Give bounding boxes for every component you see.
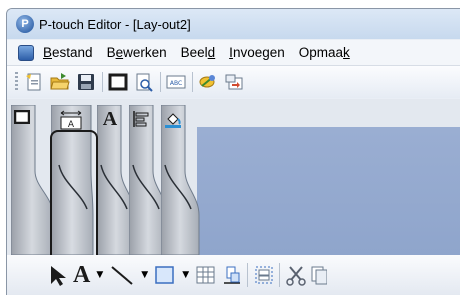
- toolbar-separator: [160, 72, 161, 92]
- app-window: P P-touch Editor - [Lay-out2] Bestand Be…: [6, 8, 460, 295]
- select-arrow-icon[interactable]: [47, 261, 69, 289]
- menu-item-invoegen[interactable]: Invoegen: [229, 45, 285, 60]
- line-tool-icon[interactable]: [109, 261, 135, 289]
- new-layout-icon[interactable]: [24, 72, 44, 92]
- menu-item-opmaak[interactable]: Opmaak: [299, 45, 350, 60]
- text-tool-icon[interactable]: A: [73, 261, 90, 289]
- p-touch-app-icon[interactable]: P: [16, 15, 34, 33]
- svg-text:ABC: ABC: [170, 80, 182, 87]
- transfer-icon[interactable]: [224, 72, 244, 92]
- title-bar: P P-touch Editor - [Lay-out2]: [7, 9, 460, 39]
- layout-canvas[interactable]: [197, 127, 460, 255]
- menu-bar: Bestand Bewerken Beeld Invoegen Opmaak: [7, 40, 460, 66]
- draw-toolbar: A ▼ ▼ ▼: [7, 255, 460, 295]
- rectangle-tool-icon[interactable]: [154, 261, 176, 289]
- toolbar-grip[interactable]: [15, 72, 18, 92]
- toolbar-separator: [279, 263, 281, 287]
- arrange-icon[interactable]: [221, 261, 243, 289]
- cut-icon[interactable]: [285, 261, 307, 289]
- window-title: P-touch Editor - [Lay-out2]: [39, 16, 191, 32]
- print-preview-icon[interactable]: [134, 72, 154, 92]
- frame-icon[interactable]: [108, 72, 128, 92]
- text-tool-dropdown-icon[interactable]: ▼: [96, 270, 103, 280]
- menu-item-bewerken[interactable]: Bewerken: [107, 45, 167, 60]
- toolbar-separator: [102, 72, 103, 92]
- line-tool-dropdown-icon[interactable]: ▼: [141, 270, 148, 280]
- toolbar-separator: [247, 263, 249, 287]
- menu-item-beeld[interactable]: Beeld: [181, 45, 216, 60]
- open-folder-icon[interactable]: [50, 72, 70, 92]
- standard-toolbar: ABC: [7, 66, 460, 98]
- fill-bucket-icon: [164, 110, 184, 128]
- database-icon[interactable]: [198, 72, 218, 92]
- font-icon: A: [102, 107, 118, 130]
- table-tool-icon[interactable]: [195, 261, 217, 289]
- group-icon[interactable]: [253, 261, 275, 289]
- save-icon[interactable]: [76, 72, 96, 92]
- menu-item-bestand[interactable]: Bestand: [43, 45, 93, 60]
- copy-icon[interactable]: [311, 261, 328, 289]
- document-menu-icon[interactable]: [18, 44, 34, 61]
- highlight-callout-box: [50, 130, 98, 263]
- paper-icon: [14, 110, 34, 128]
- text-width-icon: A: [59, 110, 83, 130]
- spell-check-icon[interactable]: ABC: [166, 72, 186, 92]
- toolbar-separator: [192, 72, 193, 92]
- svg-text:A: A: [68, 120, 75, 130]
- rectangle-tool-dropdown-icon[interactable]: ▼: [182, 270, 189, 280]
- align-left-icon: [132, 110, 152, 128]
